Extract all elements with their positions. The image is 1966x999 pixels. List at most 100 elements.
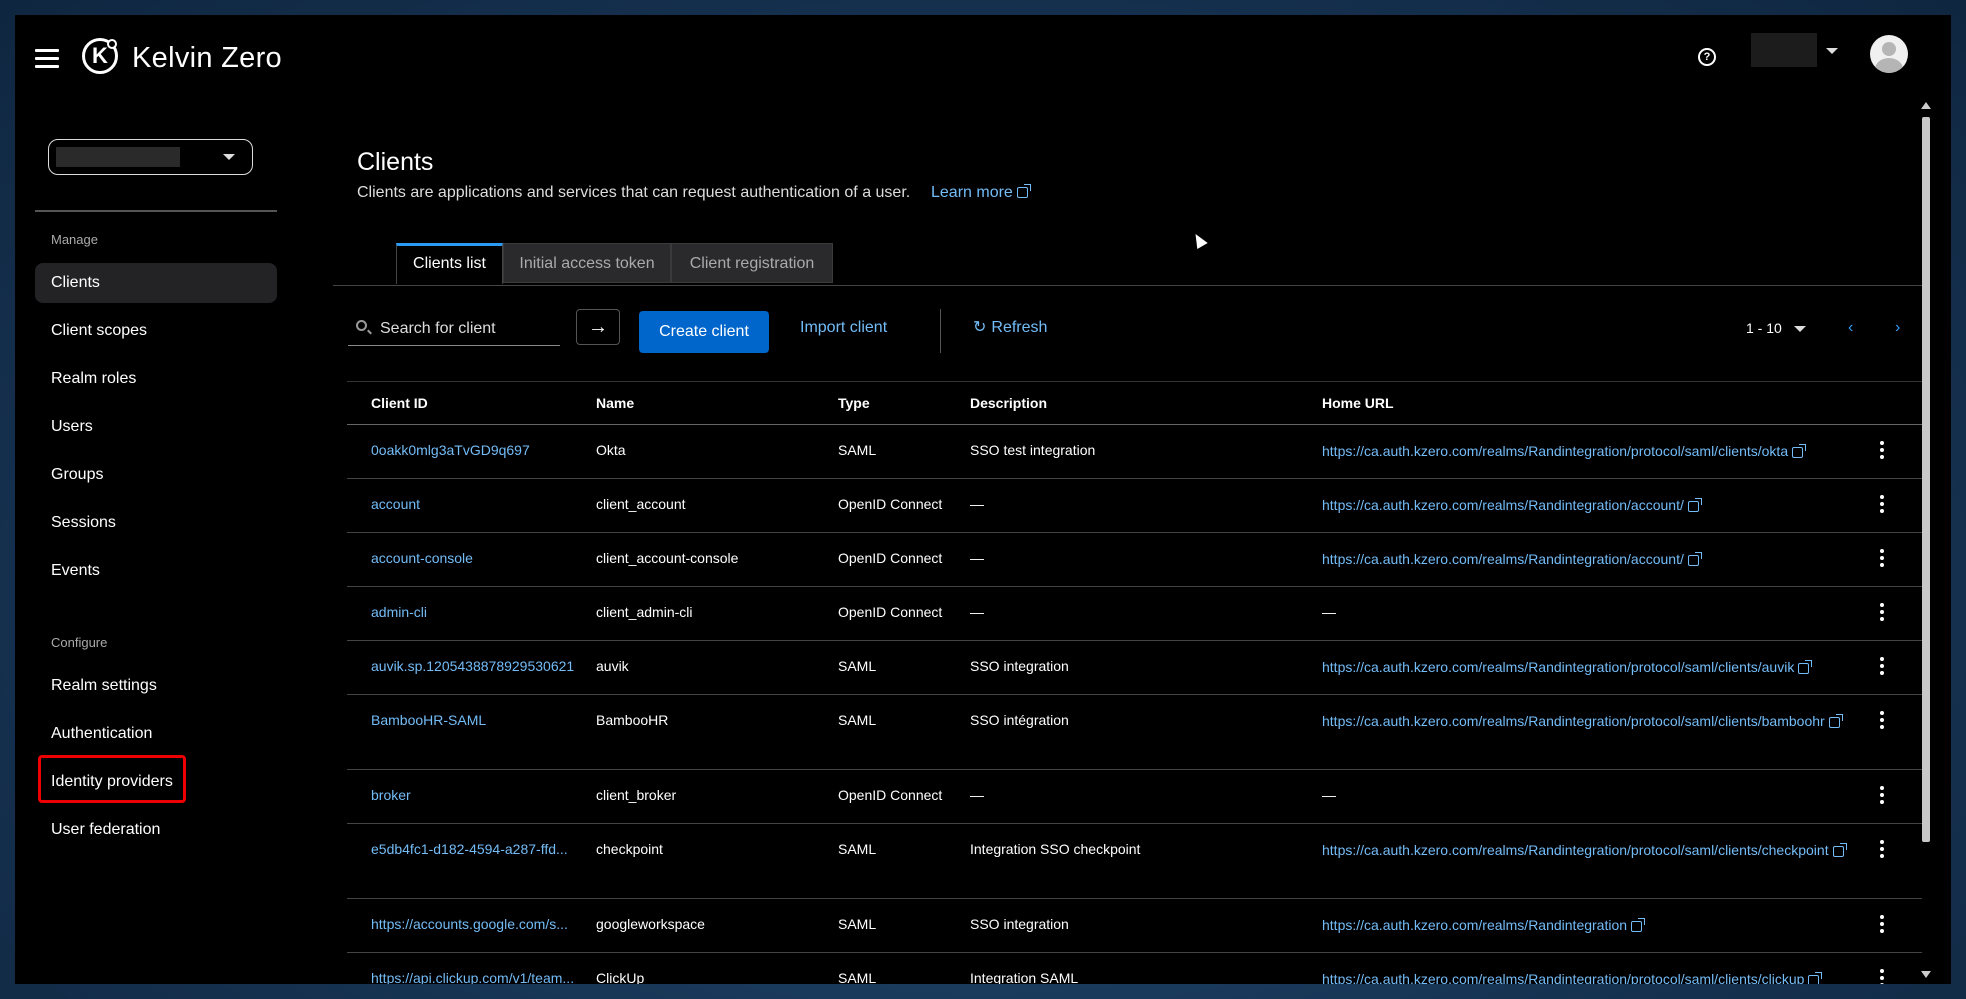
tab-clients-list[interactable]: Clients list — [396, 243, 503, 284]
column-header-name[interactable]: Name — [596, 395, 634, 411]
sidebar-item-user-federation[interactable]: User federation — [35, 810, 277, 850]
toolbar-divider — [940, 309, 941, 353]
avatar[interactable] — [1870, 35, 1908, 73]
sidebar-item-clients[interactable]: Clients — [35, 263, 277, 303]
table-row: account-console client_account-console Ope… — [347, 533, 1928, 587]
page-description: Clients are applications and services th… — [357, 184, 911, 201]
home-url-link[interactable]: https://ca.auth.kzero.com/realms/Randint… — [1322, 657, 1862, 678]
client-type: SAML — [838, 712, 877, 728]
scroll-thumb[interactable] — [1922, 117, 1930, 842]
row-actions-kebab-icon[interactable] — [1879, 786, 1885, 804]
pagination-prev-icon[interactable]: ‹ — [1848, 311, 1853, 345]
sidebar-divider — [35, 210, 277, 212]
table-row: account client_account OpenID Connect — http… — [347, 479, 1928, 533]
sidebar-item-authentication[interactable]: Authentication — [35, 714, 277, 754]
client-name: googleworkspace — [596, 916, 705, 932]
home-url-link[interactable]: https://ca.auth.kzero.com/realms/Randint… — [1322, 441, 1862, 462]
app-window: K Kelvin Zero ? Manage Clients Client sc… — [15, 15, 1951, 984]
client-id-link[interactable]: BambooHR-SAML — [371, 712, 486, 728]
create-client-button[interactable]: Create client — [639, 311, 769, 353]
logo-letter: K — [92, 43, 108, 68]
row-actions-kebab-icon[interactable] — [1879, 603, 1885, 621]
tabs: Clients list Initial access token Client… — [333, 243, 1928, 286]
client-id-link[interactable]: admin-cli — [371, 604, 427, 620]
scroll-down-icon[interactable] — [1921, 971, 1931, 978]
nav-section-configure: Configure — [51, 635, 108, 650]
refresh-icon: ↻ — [973, 319, 987, 336]
refresh-label: Refresh — [991, 319, 1048, 336]
client-type: OpenID Connect — [838, 604, 943, 620]
row-actions-kebab-icon[interactable] — [1879, 969, 1885, 984]
realm-name-redacted — [56, 147, 180, 167]
client-id-link[interactable]: https://api.clickup.com/v1/team... — [371, 970, 574, 984]
tab-client-registration[interactable]: Client registration — [671, 243, 833, 283]
home-url-link[interactable]: https://ca.auth.kzero.com/realms/Randint… — [1322, 915, 1862, 936]
client-id-link[interactable]: account — [371, 496, 420, 512]
sidebar-item-users[interactable]: Users — [35, 407, 277, 447]
search-box — [348, 311, 560, 347]
sidebar-item-groups[interactable]: Groups — [35, 455, 277, 495]
client-name: auvik — [596, 658, 629, 674]
tab-initial-access-token[interactable]: Initial access token — [503, 243, 671, 283]
client-id-link[interactable]: auvik.sp.1205438878929530621 — [371, 658, 574, 674]
pagination-next-icon[interactable]: › — [1895, 311, 1900, 345]
user-menu-dropdown[interactable] — [1751, 33, 1838, 67]
help-icon[interactable]: ? — [1698, 48, 1716, 66]
sidebar-item-realm-settings[interactable]: Realm settings — [35, 666, 277, 706]
client-name: client_account-console — [596, 550, 739, 566]
learn-more-label: Learn more — [931, 184, 1013, 201]
table-row: broker client_broker OpenID Connect — — — [347, 770, 1928, 824]
client-type: SAML — [838, 442, 877, 458]
home-url-link[interactable]: https://ca.auth.kzero.com/realms/Randint… — [1322, 840, 1862, 861]
row-actions-kebab-icon[interactable] — [1879, 657, 1885, 675]
scroll-up-icon[interactable] — [1921, 102, 1931, 109]
home-url-text: https://ca.auth.kzero.com/realms/Randint… — [1322, 497, 1684, 513]
pagination-dropdown[interactable]: 1 - 10 — [1746, 311, 1806, 345]
client-id-link[interactable]: account-console — [371, 550, 473, 566]
client-description: SSO integration — [970, 916, 1069, 932]
caret-down-icon — [223, 154, 235, 160]
client-id-link[interactable]: 0oakk0mlg3aTvGD9q697 — [371, 442, 530, 458]
column-header-description[interactable]: Description — [970, 395, 1047, 411]
sidebar-item-realm-roles[interactable]: Realm roles — [35, 359, 277, 399]
column-header-home-url[interactable]: Home URL — [1322, 395, 1394, 411]
row-actions-kebab-icon[interactable] — [1879, 915, 1885, 933]
realm-selector[interactable] — [48, 139, 253, 175]
hamburger-menu-icon[interactable] — [35, 49, 59, 69]
sidebar-item-client-scopes[interactable]: Client scopes — [35, 311, 277, 351]
sidebar-item-sessions[interactable]: Sessions — [35, 503, 277, 543]
brand-name[interactable]: Kelvin Zero — [132, 42, 282, 75]
main-content: Clients Clients are applications and ser… — [333, 105, 1933, 984]
row-actions-kebab-icon[interactable] — [1879, 441, 1885, 459]
table-header: Client ID Name Type Description Home URL — [347, 381, 1928, 425]
search-submit-button[interactable]: → — [576, 309, 620, 345]
page-scrollbar[interactable] — [1919, 102, 1933, 978]
client-id-link[interactable]: e5db4fc1-d182-4594-a287-ffd... — [371, 841, 568, 857]
client-description: Integration SSO checkpoint — [970, 841, 1141, 857]
client-description: — — [970, 550, 984, 566]
external-link-icon — [1631, 917, 1646, 932]
row-actions-kebab-icon[interactable] — [1879, 840, 1885, 858]
home-url-link[interactable]: https://ca.auth.kzero.com/realms/Randint… — [1322, 549, 1862, 570]
row-actions-kebab-icon[interactable] — [1879, 495, 1885, 513]
search-input[interactable] — [378, 311, 558, 347]
page-title: Clients — [357, 148, 434, 176]
home-url-link[interactable]: https://ca.auth.kzero.com/realms/Randint… — [1322, 495, 1862, 516]
column-header-type[interactable]: Type — [838, 395, 870, 411]
learn-more-link[interactable]: Learn more — [931, 184, 1031, 202]
column-header-client-id[interactable]: Client ID — [371, 395, 428, 411]
import-client-button[interactable]: Import client — [800, 311, 887, 353]
pagination-range: 1 - 10 — [1746, 320, 1782, 336]
home-url-link[interactable]: https://ca.auth.kzero.com/realms/Randint… — [1322, 711, 1862, 732]
home-url-link[interactable]: https://ca.auth.kzero.com/realms/Randint… — [1322, 969, 1862, 984]
client-id-link[interactable]: broker — [371, 787, 411, 803]
external-link-icon — [1687, 551, 1702, 566]
kelvin-zero-logo-icon: K — [82, 38, 118, 74]
table-row: admin-cli client_admin-cli OpenID Connect —… — [347, 587, 1928, 641]
refresh-button[interactable]: ↻ Refresh — [973, 311, 1047, 353]
sidebar-item-events[interactable]: Events — [35, 551, 277, 591]
row-actions-kebab-icon[interactable] — [1879, 549, 1885, 567]
row-actions-kebab-icon[interactable] — [1879, 711, 1885, 729]
client-id-link[interactable]: https://accounts.google.com/s... — [371, 916, 568, 932]
client-description: SSO test integration — [970, 442, 1096, 458]
